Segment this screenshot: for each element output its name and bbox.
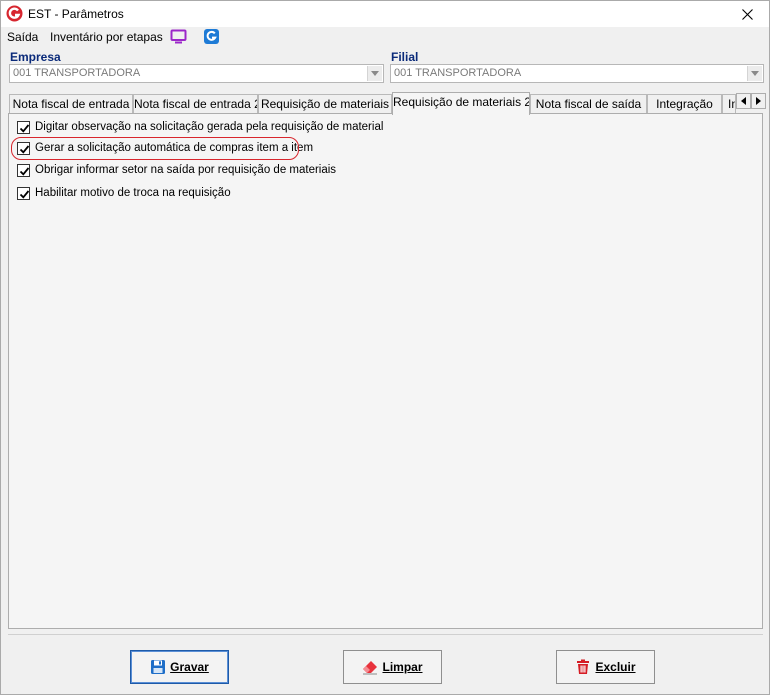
checkmark-icon — [19, 123, 30, 133]
tab-nota-fiscal-saida[interactable]: Nota fiscal de saída — [530, 94, 647, 113]
filial-label: Filial — [391, 50, 419, 64]
checkbox-digitar-observacao[interactable] — [17, 120, 30, 134]
app-g-icon[interactable] — [203, 28, 220, 45]
menu-bar: Saída Inventário por etapas — [1, 27, 769, 47]
empresa-label: Empresa — [10, 50, 61, 64]
tab-scroll-right-button[interactable] — [751, 93, 766, 109]
option-habilitar-motivo[interactable]: Habilitar motivo de troca na requisição — [17, 185, 231, 201]
filial-dropdown-button[interactable] — [747, 66, 762, 81]
chevron-down-icon — [371, 71, 379, 76]
chevron-down-icon — [751, 71, 759, 76]
save-icon — [151, 660, 166, 674]
triangle-right-icon — [756, 97, 761, 105]
filial-value: 001 TRANSPORTADORA — [394, 67, 522, 79]
filial-combo[interactable]: 001 TRANSPORTADORA — [390, 64, 764, 83]
close-icon — [741, 8, 753, 20]
triangle-left-icon — [741, 97, 746, 105]
empresa-dropdown-button[interactable] — [367, 66, 382, 81]
gravar-label: Gravar — [170, 660, 209, 674]
option-label: Digitar observação na solicitação gerada… — [35, 121, 384, 133]
checkbox-habilitar-motivo[interactable] — [17, 186, 30, 200]
tab-requisicao-materiais[interactable]: Requisição de materiais — [258, 94, 392, 113]
excluir-button[interactable]: Excluir — [556, 650, 655, 684]
option-label: Obrigar informar setor na saída por requ… — [35, 164, 337, 176]
separator — [8, 634, 763, 635]
option-obrigar-setor[interactable]: Obrigar informar setor na saída por requ… — [17, 162, 336, 178]
checkmark-icon — [19, 189, 30, 199]
tab-in-partial[interactable]: In — [722, 94, 736, 113]
trash-icon — [577, 659, 590, 674]
title-bar: EST - Parâmetros — [1, 1, 769, 27]
tab-nota-fiscal-entrada-2[interactable]: Nota fiscal de entrada 2 — [133, 94, 258, 113]
tab-integracao[interactable]: Integração — [647, 94, 722, 113]
tab-scroll-left-button[interactable] — [736, 93, 751, 109]
limpar-button[interactable]: Limpar — [343, 650, 442, 684]
close-button[interactable] — [725, 1, 769, 27]
gravar-button[interactable]: Gravar — [130, 650, 229, 684]
parametros-window: EST - Parâmetros Saída Inventário por et… — [0, 0, 770, 695]
menu-item-saida[interactable]: Saída — [7, 30, 38, 44]
excluir-label: Excluir — [595, 660, 636, 674]
option-label: Habilitar motivo de troca na requisição — [35, 187, 231, 199]
option-digitar-observacao[interactable]: Digitar observação na solicitação gerada… — [17, 119, 383, 135]
limpar-label: Limpar — [382, 660, 423, 674]
tab-nota-fiscal-entrada[interactable]: Nota fiscal de entrada — [9, 94, 133, 113]
monitor-icon[interactable] — [170, 28, 187, 45]
checkbox-obrigar-setor[interactable] — [17, 163, 30, 177]
empresa-combo[interactable]: 001 TRANSPORTADORA — [9, 64, 384, 83]
highlight-ring — [11, 137, 299, 160]
tab-panel-requisicao-2: Digitar observação na solicitação gerada… — [8, 113, 763, 629]
tab-requisicao-materiais-2[interactable]: Requisição de materiais 2 — [392, 92, 530, 115]
eraser-icon — [363, 661, 378, 675]
empresa-value: 001 TRANSPORTADORA — [13, 67, 141, 79]
window-title: EST - Parâmetros — [28, 7, 124, 21]
app-logo-icon — [6, 5, 23, 22]
checkmark-icon — [19, 166, 30, 176]
menu-item-inventario[interactable]: Inventário por etapas — [50, 30, 163, 44]
